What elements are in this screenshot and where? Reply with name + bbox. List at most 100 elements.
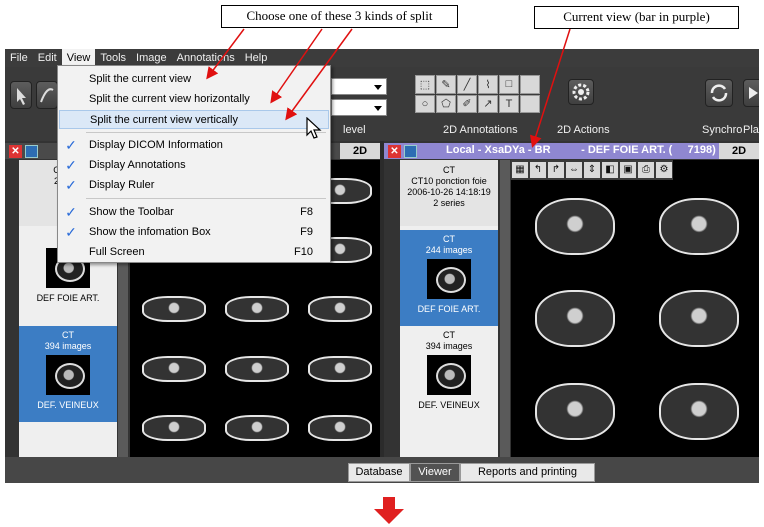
film-icon[interactable]: ▣: [620, 162, 636, 178]
checkmark-icon: ✓: [65, 204, 77, 220]
image-grid-right[interactable]: ▦ ↰ ↱ ⇔ ⇕ ◧ ▣ ⎙ ⚙: [511, 160, 759, 457]
checkmark-icon: ✓: [65, 177, 77, 193]
preset-combo-2[interactable]: [331, 99, 387, 116]
annotation-shapes: ⬚ ✎ ╱ ⌇ □ ○ ⬠ ✐ ↗ T: [415, 75, 545, 113]
ct-slice-image[interactable]: [215, 340, 295, 396]
right-view-pane-current[interactable]: ✕ Local - XsaDYa - BR - DEF FOIE ART. ( …: [384, 141, 759, 457]
ct-slice-image[interactable]: [132, 399, 212, 455]
ct-slice-image[interactable]: [298, 399, 378, 455]
viewer-app-window: File Edit View Tools Image Annotations H…: [5, 49, 759, 483]
series-item-selected[interactable]: CT 244 images DEF FOIE ART.: [400, 230, 498, 326]
spacer-icon: [520, 94, 540, 113]
play-button[interactable]: [743, 79, 759, 107]
ct-slice-image[interactable]: [298, 340, 378, 396]
window-icon[interactable]: [25, 145, 38, 158]
circle-icon[interactable]: ○: [415, 94, 435, 113]
ct-slice-image[interactable]: [513, 182, 633, 271]
pointer-tool-button[interactable]: [10, 81, 32, 109]
layout-icon[interactable]: ▦: [512, 162, 528, 178]
close-icon[interactable]: ✕: [388, 145, 401, 158]
print-icon[interactable]: ⎙: [638, 162, 654, 178]
menu-item-label: Show the infomation Box: [89, 226, 211, 238]
window-level-tool-button[interactable]: [36, 81, 58, 109]
menu-display-annotations[interactable]: ✓ Display Annotations: [59, 156, 329, 175]
menu-shortcut: F10: [294, 246, 313, 258]
rotate-right-icon[interactable]: ↱: [548, 162, 564, 178]
tab-reports[interactable]: Reports and printing: [460, 463, 595, 482]
tab-database[interactable]: Database: [348, 463, 410, 482]
pen-icon[interactable]: ✐: [457, 94, 477, 113]
series-modality: CT: [443, 330, 455, 340]
series-thumbnail: [427, 259, 471, 299]
menu-item-label: Display DICOM Information: [89, 139, 223, 151]
ct-slice-image[interactable]: [215, 399, 295, 455]
menu-split-vertical[interactable]: Split the current view vertically: [59, 110, 329, 129]
rect-select-icon[interactable]: ⬚: [415, 75, 435, 94]
series-scrollbar[interactable]: [500, 160, 510, 457]
checkmark-icon: ✓: [65, 137, 77, 153]
ct-slice-image[interactable]: [513, 366, 633, 455]
menu-separator: [86, 198, 326, 199]
polygon-icon[interactable]: ⬠: [436, 94, 456, 113]
series-list: CT CT10 ponction foie 2006-10-26 14:18:1…: [400, 160, 498, 457]
series-count: 394 images: [44, 341, 92, 351]
ct-slice-image[interactable]: [637, 366, 757, 455]
series-name: DEF. VEINEUX: [418, 400, 480, 410]
window-icon[interactable]: [404, 145, 417, 158]
text-icon[interactable]: T: [499, 94, 519, 113]
mode-2d-button[interactable]: 2D: [719, 143, 759, 159]
rotate-left-icon[interactable]: ↰: [530, 162, 546, 178]
series-item[interactable]: CT 394 images DEF. VEINEUX: [400, 326, 498, 422]
ct-slice-image[interactable]: [215, 280, 295, 337]
arrow-icon[interactable]: ↗: [478, 94, 498, 113]
menu-show-toolbar[interactable]: ✓ Show the Toolbar F8: [59, 203, 329, 222]
menu-separator: [86, 132, 326, 133]
actions-2d-label: 2D Actions: [557, 124, 610, 136]
flip-horizontal-icon[interactable]: ⇔: [566, 162, 582, 178]
ct-slice-image[interactable]: [298, 280, 378, 337]
ct-slice-image[interactable]: [513, 274, 633, 363]
study-series-count: 2 series: [433, 198, 465, 208]
sync-icon: [710, 84, 728, 102]
actions-2d-button[interactable]: [568, 79, 594, 105]
square-icon[interactable]: □: [499, 75, 519, 94]
ct-slice-image[interactable]: [637, 274, 757, 363]
play-icon: [749, 87, 758, 99]
checkmark-icon: ✓: [65, 157, 77, 173]
ruler-icon[interactable]: ╱: [457, 75, 477, 94]
menu-item-label: Full Screen: [89, 246, 145, 258]
menu-display-ruler[interactable]: ✓ Display Ruler: [59, 176, 329, 195]
menu-show-info-box[interactable]: ✓ Show the infomation Box F9: [59, 223, 329, 242]
current-view-bar: ✕ Local - XsaDYa - BR - DEF FOIE ART. ( …: [384, 143, 759, 159]
invert-icon[interactable]: ◧: [602, 162, 618, 178]
menu-display-dicom[interactable]: ✓ Display DICOM Information: [59, 136, 329, 155]
series-thumbnail: [46, 355, 90, 395]
view-toolbar: ▦ ↰ ↱ ⇔ ⇕ ◧ ▣ ⎙ ⚙: [511, 160, 673, 180]
menu-split-view[interactable]: Split the current view: [59, 70, 329, 89]
settings-icon[interactable]: ⚙: [656, 162, 672, 178]
study-header[interactable]: CT CT10 ponction foie 2006-10-26 14:18:1…: [400, 160, 498, 226]
close-icon[interactable]: ✕: [9, 145, 22, 158]
pencil-icon[interactable]: ✎: [436, 75, 456, 94]
split-callout: Choose one of these 3 kinds of split: [221, 5, 458, 28]
series-count: 394 images: [425, 341, 473, 351]
menu-full-screen[interactable]: Full Screen F10: [59, 243, 329, 262]
synchro-button[interactable]: [705, 79, 733, 107]
ct-slice-image[interactable]: [637, 182, 757, 271]
menu-split-horizontal[interactable]: Split the current view horizontally: [59, 90, 329, 109]
preset-combo-1[interactable]: [331, 78, 387, 95]
mouse-cursor-icon: [306, 117, 322, 139]
tab-viewer[interactable]: Viewer: [410, 463, 460, 482]
ct-slice-image[interactable]: [132, 340, 212, 396]
ct-slice-image[interactable]: [132, 280, 212, 337]
spacer-icon: [520, 75, 540, 94]
menu-file[interactable]: File: [5, 49, 33, 67]
study-name: CT10 ponction foie: [411, 176, 487, 186]
polyline-icon[interactable]: ⌇: [478, 75, 498, 94]
flip-vertical-icon[interactable]: ⇕: [584, 162, 600, 178]
series-item-selected[interactable]: CT 394 images DEF. VEINEUX: [19, 326, 117, 422]
view-title: Local - XsaDYa - BR - DEF FOIE ART. ( 71…: [446, 144, 716, 156]
series-count: 244 images: [425, 245, 473, 255]
mode-2d-button[interactable]: 2D: [340, 143, 380, 159]
menu-item-label: Show the Toolbar: [89, 206, 174, 218]
